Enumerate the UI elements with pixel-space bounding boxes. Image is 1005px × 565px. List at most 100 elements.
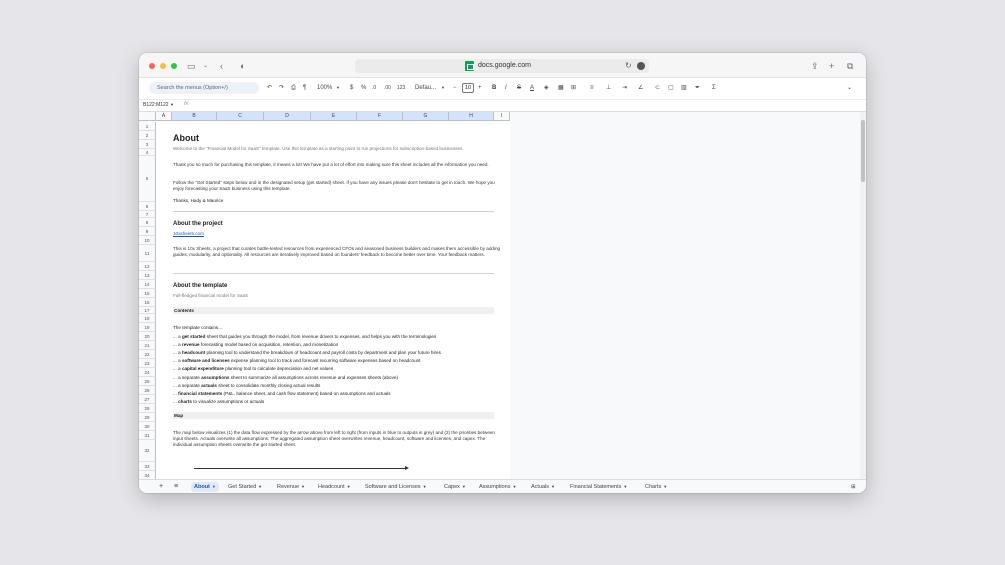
row-header[interactable]: 27 [139, 395, 156, 404]
font-size-decrease-button[interactable]: − [453, 83, 457, 93]
row-header[interactable]: 28 [139, 404, 156, 413]
tab-menu-chevron-icon[interactable]: ▼ [347, 484, 351, 489]
row-header[interactable]: 22 [139, 350, 156, 359]
vertical-align-icon[interactable]: ⊥ [606, 83, 611, 93]
row-header[interactable]: 26 [139, 386, 156, 395]
tab-overview-icon[interactable]: ⧉ [847, 60, 853, 72]
fill-color-icon[interactable]: ◈ [544, 83, 549, 93]
tab-menu-chevron-icon[interactable]: ▼ [301, 484, 305, 489]
project-link[interactable]: 10xsheets.com [173, 231, 204, 236]
row-header[interactable]: 7 [139, 211, 156, 218]
address-bar[interactable]: docs.google.com ↻ [355, 59, 649, 73]
row-header[interactable]: 6 [139, 202, 156, 211]
filter-icon[interactable]: ⏷ [695, 83, 700, 93]
font-chevron-icon[interactable]: ▼ [441, 83, 445, 93]
column-header-g[interactable]: G [403, 112, 449, 121]
currency-format-button[interactable]: $ [350, 83, 353, 93]
increase-decimal-button[interactable]: .00 [384, 83, 391, 93]
row-header[interactable]: 33 [139, 462, 156, 471]
row-header[interactable]: 20 [139, 332, 156, 341]
insert-chart-icon[interactable]: ▥ [681, 83, 687, 93]
sheet-tab-software-and-licenses[interactable]: Software and Licenses ▼ [365, 482, 427, 492]
zoom-chevron-icon[interactable]: ▼ [336, 83, 340, 93]
name-box-chevron-icon[interactable]: ▼ [170, 102, 174, 107]
insert-link-icon[interactable]: ⊂ [655, 83, 660, 93]
scrollbar-thumb[interactable] [861, 120, 865, 182]
zoom-select[interactable]: 100% [317, 83, 332, 93]
extension-icon[interactable] [637, 62, 645, 70]
sheet-tab-headcount[interactable]: Headcount ▼ [318, 482, 351, 492]
tab-menu-chevron-icon[interactable]: ▼ [423, 484, 427, 489]
collapse-toolbar-icon[interactable]: ⌄ [847, 83, 852, 93]
row-header[interactable]: 24 [139, 368, 156, 377]
search-menus-input[interactable]: Search the menus (Option+/) [149, 82, 259, 94]
close-window-button[interactable] [149, 63, 155, 69]
italic-button[interactable]: I [505, 83, 507, 93]
row-header[interactable]: 8 [139, 218, 156, 227]
tab-menu-chevron-icon[interactable]: ▼ [663, 484, 667, 489]
sidebar-chevron-icon[interactable]: ⌄ [203, 60, 208, 72]
number-format-button[interactable]: 123 [397, 83, 405, 93]
text-wrap-icon[interactable]: ⇥ [622, 83, 627, 93]
select-all-corner[interactable] [139, 112, 156, 121]
row-header[interactable]: 29 [139, 413, 156, 422]
tab-menu-chevron-icon[interactable]: ▼ [513, 484, 517, 489]
tab-menu-chevron-icon[interactable]: ▼ [258, 484, 262, 489]
decrease-decimal-button[interactable]: .0 [372, 83, 376, 93]
row-header[interactable]: 31 [139, 431, 156, 440]
row-header[interactable]: 25 [139, 377, 156, 386]
bold-button[interactable]: B [492, 83, 496, 93]
row-header[interactable]: 32 [139, 440, 156, 462]
sheet-tab-capex[interactable]: Capex ▼ [444, 482, 466, 492]
borders-icon[interactable]: ▦ [558, 83, 564, 93]
tab-menu-chevron-icon[interactable]: ▼ [551, 484, 555, 489]
add-sheet-button[interactable]: + [159, 482, 163, 492]
minimize-window-button[interactable] [160, 63, 166, 69]
functions-button[interactable]: Σ [712, 83, 716, 93]
insert-comment-icon[interactable]: ▢ [668, 83, 674, 93]
row-header[interactable]: 13 [139, 271, 156, 280]
sheet-tab-get-started[interactable]: Get Started ▼ [228, 482, 262, 492]
share-icon[interactable]: ⇪ [811, 60, 819, 72]
row-header[interactable]: 10 [139, 236, 156, 245]
column-header-f[interactable]: F [357, 112, 403, 121]
row-header[interactable]: 2 [139, 131, 156, 140]
row-header[interactable]: 12 [139, 262, 156, 271]
sheet-tab-actuals[interactable]: Actuals ▼ [531, 482, 555, 492]
row-header[interactable]: 18 [139, 314, 156, 323]
column-header-a[interactable]: A [156, 112, 172, 121]
row-header[interactable]: 17 [139, 307, 156, 314]
row-header[interactable]: 4 [139, 149, 156, 156]
align-left-icon[interactable]: ≡ [590, 83, 594, 93]
sheet-tab-revenue[interactable]: Revenue ▼ [277, 482, 305, 492]
row-header[interactable]: 16 [139, 298, 156, 307]
sheet-tab-assumptions[interactable]: Assumptions ▼ [479, 482, 516, 492]
print-icon[interactable]: ⎙ [291, 83, 296, 93]
row-header[interactable]: 14 [139, 280, 156, 289]
shield-icon[interactable]: ◐ [240, 60, 245, 72]
row-header[interactable]: 1 [139, 122, 156, 131]
row-header[interactable]: 21 [139, 341, 156, 350]
sidebar-icon[interactable]: ▭ [187, 60, 196, 72]
tab-menu-chevron-icon[interactable]: ▼ [623, 484, 627, 489]
font-select[interactable]: Defau... [415, 83, 436, 93]
column-header-e[interactable]: E [311, 112, 357, 121]
sheet-tab-about[interactable]: About ▼ [191, 482, 219, 492]
row-header[interactable]: 5 [139, 156, 156, 202]
column-header-h[interactable]: H [449, 112, 494, 121]
row-header[interactable]: 23 [139, 359, 156, 368]
column-header-d[interactable]: D [264, 112, 311, 121]
new-tab-icon[interactable]: + [829, 60, 834, 72]
redo-icon[interactable]: ↷ [279, 83, 284, 93]
reload-icon[interactable]: ↻ [625, 61, 632, 71]
tab-menu-chevron-icon[interactable]: ▼ [462, 484, 466, 489]
column-header-i[interactable]: I [494, 112, 510, 121]
vertical-scrollbar[interactable] [860, 112, 866, 480]
name-box[interactable]: B122:M122 [143, 102, 169, 108]
column-header-c[interactable]: C [217, 112, 264, 121]
percent-format-button[interactable]: % [361, 83, 366, 93]
paint-format-icon[interactable]: ¶ [303, 83, 306, 93]
row-header[interactable]: 3 [139, 140, 156, 149]
column-header-b[interactable]: B [172, 112, 217, 121]
sheet-tab-charts[interactable]: Charts ▼ [645, 482, 667, 492]
